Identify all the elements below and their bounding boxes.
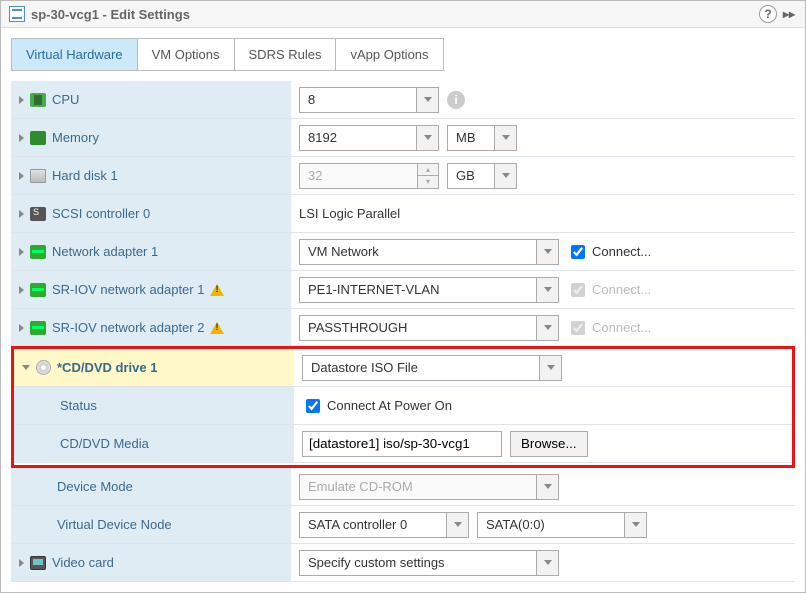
disk-icon bbox=[30, 169, 46, 183]
scsi-label: SCSI controller 0 bbox=[52, 206, 150, 221]
disk-size-input: 32 ▴▾ bbox=[299, 163, 439, 189]
help-icon[interactable]: ? bbox=[759, 5, 777, 23]
row-disk: Hard disk 1 32 ▴▾ GB bbox=[11, 157, 795, 195]
tab-virtual-hardware[interactable]: Virtual Hardware bbox=[12, 39, 138, 70]
expand-icon[interactable] bbox=[19, 210, 24, 218]
row-sriov2: SR-IOV network adapter 2 PASSTHROUGH Con… bbox=[11, 309, 795, 347]
cd-label: *CD/DVD drive 1 bbox=[57, 360, 157, 375]
sriov2-label: SR-IOV network adapter 2 bbox=[52, 320, 204, 335]
info-icon[interactable]: i bbox=[447, 91, 465, 109]
row-scsi: SCSI controller 0 LSI Logic Parallel bbox=[11, 195, 795, 233]
tab-sdrs-rules[interactable]: SDRS Rules bbox=[235, 39, 337, 70]
expand-icon[interactable] bbox=[19, 559, 24, 567]
chevron-down-icon bbox=[624, 513, 646, 537]
chevron-down-icon bbox=[494, 126, 516, 150]
collapse-icon[interactable] bbox=[22, 365, 30, 370]
nic-icon bbox=[30, 283, 46, 297]
row-cd-status: Status Connect At Power On bbox=[14, 387, 792, 425]
chevron-down-icon bbox=[416, 126, 438, 150]
nic1-connect-checkbox[interactable]: Connect... bbox=[567, 242, 651, 262]
expand-icon[interactable] bbox=[19, 172, 24, 180]
row-cpu: CPU 8 i bbox=[11, 81, 795, 119]
cd-media-label: CD/DVD Media bbox=[60, 436, 149, 451]
row-memory: Memory 8192 MB bbox=[11, 119, 795, 157]
sriov1-network-select[interactable]: PE1-INTERNET-VLAN bbox=[299, 277, 559, 303]
nic-icon bbox=[30, 245, 46, 259]
row-nic1: Network adapter 1 VM Network Connect... bbox=[11, 233, 795, 271]
cpu-label: CPU bbox=[52, 92, 79, 107]
memory-input[interactable]: 8192 bbox=[299, 125, 439, 151]
memory-label: Memory bbox=[52, 130, 99, 145]
cd-type-select[interactable]: Datastore ISO File bbox=[302, 355, 562, 381]
video-settings-select[interactable]: Specify custom settings bbox=[299, 550, 559, 576]
expand-icon[interactable] bbox=[19, 324, 24, 332]
row-cd: *CD/DVD drive 1 Datastore ISO File bbox=[14, 349, 792, 387]
tab-vapp-options[interactable]: vApp Options bbox=[336, 39, 442, 70]
sriov1-connect-checkbox: Connect... bbox=[567, 280, 651, 300]
chevron-down-icon bbox=[536, 278, 558, 302]
tab-bar: Virtual Hardware VM Options SDRS Rules v… bbox=[11, 38, 444, 71]
row-cd-node: Virtual Device Node SATA controller 0 SA… bbox=[11, 506, 795, 544]
disk-unit-select[interactable]: GB bbox=[447, 163, 517, 189]
device-mode-select: Emulate CD-ROM bbox=[299, 474, 559, 500]
vm-icon bbox=[9, 6, 25, 22]
nic1-label: Network adapter 1 bbox=[52, 244, 158, 259]
warning-icon bbox=[210, 284, 224, 296]
expand-icon[interactable] bbox=[19, 134, 24, 142]
cd-status-label: Status bbox=[60, 398, 97, 413]
hardware-grid: CPU 8 i Memory 8192 bbox=[11, 81, 795, 582]
cd-icon bbox=[36, 360, 51, 375]
video-icon bbox=[30, 556, 46, 570]
expand-icon[interactable] bbox=[19, 286, 24, 294]
row-cd-mode: Device Mode Emulate CD-ROM bbox=[11, 468, 795, 506]
expand-icon[interactable] bbox=[19, 96, 24, 104]
dialog-title: sp-30-vcg1 - Edit Settings bbox=[31, 7, 190, 22]
disk-spinner: ▴▾ bbox=[417, 164, 438, 188]
memory-unit-select[interactable]: MB bbox=[447, 125, 517, 151]
cpu-select[interactable]: 8 bbox=[299, 87, 439, 113]
tab-vm-options[interactable]: VM Options bbox=[138, 39, 235, 70]
nic-icon bbox=[30, 321, 46, 335]
chevron-down-icon bbox=[536, 551, 558, 575]
chevron-down-icon bbox=[494, 164, 516, 188]
chevron-down-icon bbox=[416, 88, 438, 112]
chevron-down-icon bbox=[446, 513, 468, 537]
chevron-down-icon bbox=[536, 475, 558, 499]
title-bar: sp-30-vcg1 - Edit Settings ? ▸▸ bbox=[1, 1, 805, 28]
virtual-node-slot-select[interactable]: SATA(0:0) bbox=[477, 512, 647, 538]
forward-icon[interactable]: ▸▸ bbox=[781, 6, 797, 22]
nic1-network-select[interactable]: VM Network bbox=[299, 239, 559, 265]
expand-icon[interactable] bbox=[19, 248, 24, 256]
chevron-down-icon bbox=[536, 316, 558, 340]
sriov1-label: SR-IOV network adapter 1 bbox=[52, 282, 204, 297]
cd-node-label: Virtual Device Node bbox=[57, 517, 172, 532]
edit-settings-dialog: sp-30-vcg1 - Edit Settings ? ▸▸ Virtual … bbox=[0, 0, 806, 593]
cd-mode-label: Device Mode bbox=[57, 479, 133, 494]
row-sriov1: SR-IOV network adapter 1 PE1-INTERNET-VL… bbox=[11, 271, 795, 309]
warning-icon bbox=[210, 322, 224, 334]
scsi-value: LSI Logic Parallel bbox=[299, 206, 400, 221]
virtual-node-controller-select[interactable]: SATA controller 0 bbox=[299, 512, 469, 538]
memory-icon bbox=[30, 131, 46, 145]
scsi-icon bbox=[30, 207, 46, 221]
chevron-down-icon bbox=[539, 356, 561, 380]
disk-label: Hard disk 1 bbox=[52, 168, 118, 183]
sriov2-network-select[interactable]: PASSTHROUGH bbox=[299, 315, 559, 341]
browse-button[interactable]: Browse... bbox=[510, 431, 588, 457]
sriov2-connect-checkbox: Connect... bbox=[567, 318, 651, 338]
highlight-annotation: *CD/DVD drive 1 Datastore ISO File Statu… bbox=[11, 346, 795, 468]
row-cd-media: CD/DVD Media Browse... bbox=[14, 425, 792, 463]
chevron-down-icon bbox=[536, 240, 558, 264]
cpu-icon bbox=[30, 93, 46, 107]
connect-at-power-on-checkbox[interactable]: Connect At Power On bbox=[302, 396, 452, 416]
video-label: Video card bbox=[52, 555, 114, 570]
row-video: Video card Specify custom settings bbox=[11, 544, 795, 582]
cd-media-path-input[interactable] bbox=[302, 431, 502, 457]
